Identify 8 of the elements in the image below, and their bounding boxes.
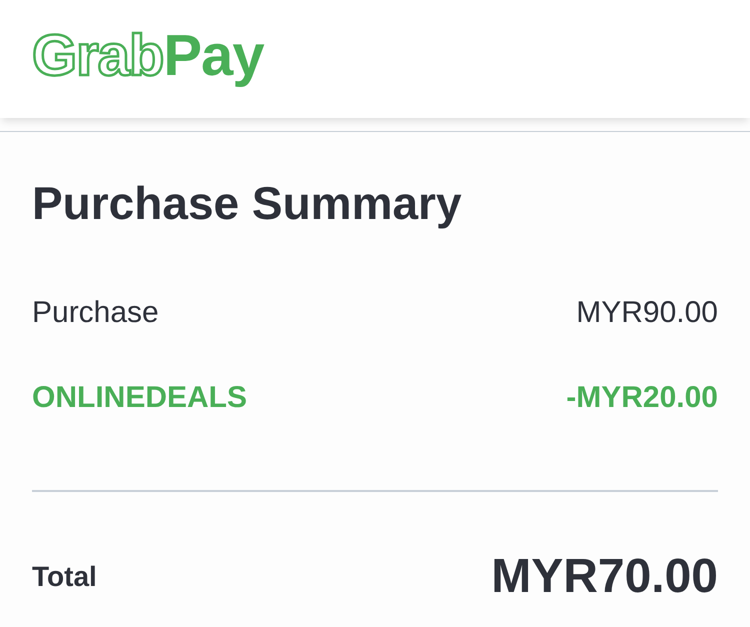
grabpay-logo: GrabPay bbox=[32, 24, 264, 88]
discount-amount: -MYR20.00 bbox=[566, 380, 718, 416]
total-label: Total bbox=[32, 560, 97, 594]
promo-code-label: ONLINEDEALS bbox=[32, 380, 248, 416]
line-item-amount: MYR90.00 bbox=[576, 295, 718, 331]
section-title: Purchase Summary bbox=[32, 176, 463, 231]
line-item-label: Purchase bbox=[32, 295, 159, 331]
total-amount: MYR70.00 bbox=[491, 549, 718, 605]
